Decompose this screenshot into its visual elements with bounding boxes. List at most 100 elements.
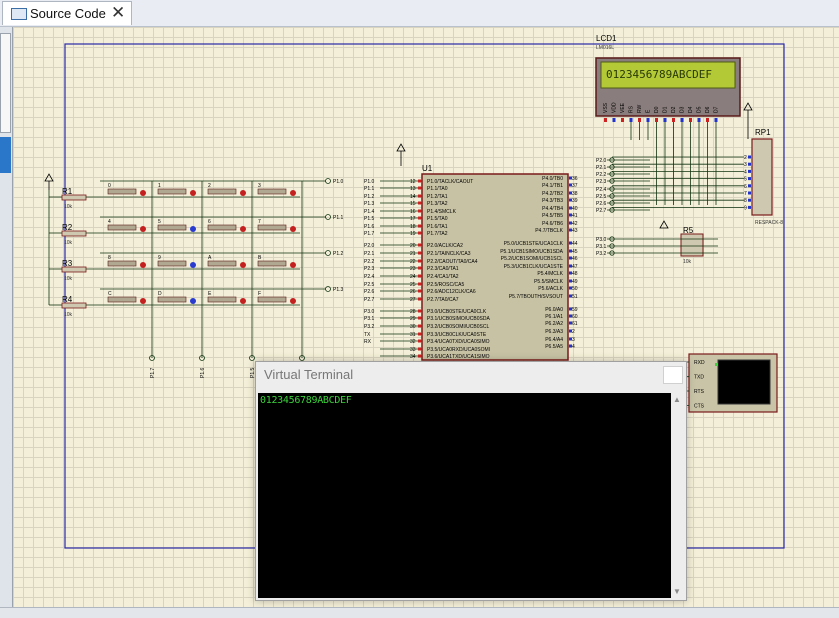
lcd-pin-label: D3 <box>680 106 686 113</box>
u1-pin-marker <box>418 259 421 263</box>
u1-pin-marker <box>418 339 421 343</box>
u1-left-pin-number: 27 <box>410 297 416 303</box>
lcd-pin-marker <box>612 118 616 122</box>
u1-right-pin-label: P5.1/UCB1SIMO/UCB1SDA <box>500 249 563 255</box>
u1-left-pin-label: P2.0/ACLK/CA2 <box>427 243 463 249</box>
u1-pin-marker <box>569 307 572 311</box>
microcontroller-u1[interactable]: U1 P1.0/TACLK/CAOUT 12 P1.1/TA0 13 P1.2/TA1 1… <box>380 164 578 361</box>
u1-left-pin-label: P1.2/TA1 <box>427 194 448 200</box>
close-icon[interactable]: ✕ <box>111 3 125 23</box>
column-net-label: P1.7 <box>150 367 156 378</box>
u1-right-pin-label: P5.5/SMCLK <box>534 279 564 285</box>
rp1-pin-marker <box>748 198 751 202</box>
u1-right-pin-label: P4.3/TB3 <box>542 198 563 204</box>
key-label: 0 <box>108 183 111 189</box>
scroll-up-icon[interactable]: ▲ <box>673 395 681 404</box>
u1-right-pin-label: P5.7/TBOUTH/SVSOUT <box>509 294 563 300</box>
row-resistor-value: 10k <box>64 240 73 246</box>
u1-right-pin-label: P6.1/A1 <box>545 314 563 320</box>
virtual-terminal-window[interactable]: Virtual Terminal 0123456789ABCDEF ▲ ▼ <box>255 361 687 601</box>
key-switch <box>257 188 287 195</box>
u1-right-pin-label: P5.4/MCLK <box>537 271 563 277</box>
u1-right-pin-label: P4.6/TB6 <box>542 221 563 227</box>
rp1-pin-marker <box>748 162 751 166</box>
resistor-r5[interactable]: R5 10k <box>680 226 704 265</box>
terminal-output[interactable]: 0123456789ABCDEF <box>258 393 671 598</box>
row-net-label: P1.1 <box>333 215 344 221</box>
net-label: P3.0 <box>596 237 607 243</box>
u1-left-pin-number: 21 <box>410 251 416 257</box>
u1-pin-marker <box>569 213 572 217</box>
key-label: C <box>108 291 112 297</box>
net-label: P1.1 <box>364 186 375 192</box>
key-switch <box>207 224 237 231</box>
u1-right-pin-number: 51 <box>572 294 578 300</box>
lcd-pin-marker <box>655 118 658 122</box>
key-switch <box>157 296 187 303</box>
lcd-pin-label: D5 <box>697 106 703 113</box>
resistor-pack-rp1[interactable]: RP1 RESPACK-8 234 56789 <box>612 128 783 226</box>
key-switch <box>107 296 137 303</box>
lcd-module[interactable]: LCD1 LM016L 0123456789ABCDEF VSS VDD VEE RS… <box>595 34 741 205</box>
u1-pin-marker <box>418 266 421 270</box>
vertical-scrollbar[interactable]: ▲ ▼ <box>671 393 684 598</box>
lcd-pin-label: D6 <box>705 106 711 113</box>
u1-right-pin-label: P4.1/TB1 <box>542 183 563 189</box>
u1-left-pin-number: 17 <box>410 216 416 222</box>
u1-left-pin-label: P2.2/CAOUT/TA0/CA4 <box>427 259 478 265</box>
lcd-pin-label: RW <box>637 104 643 113</box>
keypad-matrix[interactable]: R110kP1.00 1 2 3R210kP1.14 5 6 7R310kP1.28 9 A BR… <box>48 178 344 379</box>
u1-left-pin-number: 13 <box>410 186 416 192</box>
key-switch <box>107 188 137 195</box>
tab-label: Source Code <box>30 6 106 21</box>
virtual-terminal-component[interactable]: RXD TXD RTS CTS <box>672 353 778 413</box>
tab-source-code[interactable]: Source Code ✕ <box>2 1 132 25</box>
scroll-down-icon[interactable]: ▼ <box>673 587 681 596</box>
rp1-pin-number: 2 <box>744 155 747 161</box>
u1-pin-marker <box>569 321 572 325</box>
u1-pin-marker <box>418 201 421 205</box>
row-resistor-value: 10k <box>64 312 73 318</box>
side-panel-selection[interactable] <box>0 137 11 173</box>
net-label: P2.3 <box>364 266 375 272</box>
u1-left-pin-label: P1.3/TA2 <box>427 201 448 207</box>
u1-left-pin-label: P3.6/UCA1TXD/UCA1SIMO <box>427 354 490 360</box>
u1-left-pin-label: P2.6/ADC12CLK/CA6 <box>427 289 476 295</box>
u1-left-pin-number: 14 <box>410 194 416 200</box>
u1-pin-marker <box>418 324 421 328</box>
key-label: 4 <box>108 219 111 225</box>
u1-left-pin-number: 26 <box>410 289 416 295</box>
key-switch <box>207 296 237 303</box>
net-label: RX <box>364 339 372 345</box>
u1-pin-marker <box>418 347 421 351</box>
net-label: P2.1 <box>364 251 375 257</box>
key-label: F <box>258 291 261 297</box>
u1-left-pin-label: P1.4/SMCLK <box>427 209 457 215</box>
lcd-pin-label: VEE <box>620 102 626 113</box>
u1-left-pin-number: 29 <box>410 316 416 322</box>
u1-right-pin-number: 61 <box>572 321 578 327</box>
terminal-text: 0123456789ABCDEF <box>260 395 352 406</box>
close-button[interactable] <box>663 366 683 384</box>
lcd-pin-label: D4 <box>688 106 694 113</box>
key-switch <box>257 260 287 267</box>
row-net-terminal <box>325 286 331 292</box>
rp1-pin-number: 4 <box>744 169 747 175</box>
row-net-label: P1.2 <box>333 251 344 257</box>
net-label: P1.7 <box>364 231 375 237</box>
row-resistor <box>61 230 87 237</box>
u1-left-pin-label: P2.5/ROSC/CA5 <box>427 282 464 288</box>
key-switch <box>107 224 137 231</box>
net-labels-left: P1.0P1.1 P1.2P1.3 P1.4P1.5 P1.6P1.7 P2.0 P2.1… <box>364 179 375 345</box>
key-label: 1 <box>158 183 161 189</box>
rp1-pin-marker <box>748 205 751 209</box>
u1-pin-marker <box>569 241 572 245</box>
rp1-pin-number: 5 <box>744 177 747 183</box>
u1-pin-marker <box>418 289 421 293</box>
u1-right-pin-label: P6.5/A5 <box>545 344 563 350</box>
lcd-pin-marker <box>697 118 701 122</box>
u1-left-pin-label: P1.7/TA2 <box>427 231 448 237</box>
key-switch <box>207 188 237 195</box>
rp1-pin-number: 6 <box>744 184 747 190</box>
u1-left-pin-number: 25 <box>410 282 416 288</box>
